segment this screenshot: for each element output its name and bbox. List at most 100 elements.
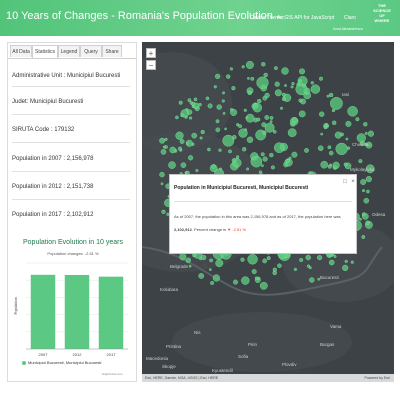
population-marker[interactable] — [285, 158, 290, 164]
population-marker[interactable] — [243, 108, 247, 112]
population-marker[interactable] — [226, 74, 231, 79]
population-marker[interactable] — [274, 66, 278, 70]
population-marker[interactable] — [219, 167, 222, 171]
population-marker[interactable] — [343, 162, 348, 167]
tab-legend[interactable]: Legend — [58, 45, 80, 57]
population-marker[interactable] — [305, 254, 311, 261]
population-marker[interactable] — [320, 132, 324, 136]
population-marker[interactable] — [360, 179, 367, 185]
population-marker[interactable] — [213, 85, 217, 89]
population-marker[interactable] — [222, 91, 225, 95]
population-marker[interactable] — [298, 98, 303, 103]
population-marker[interactable] — [361, 235, 366, 239]
population-marker[interactable] — [180, 162, 187, 168]
population-marker[interactable] — [345, 120, 352, 127]
population-marker[interactable] — [193, 97, 198, 102]
population-marker[interactable] — [269, 116, 274, 120]
population-marker[interactable] — [179, 253, 187, 261]
population-marker[interactable] — [308, 266, 312, 270]
population-marker[interactable] — [178, 100, 183, 105]
population-marker[interactable] — [247, 77, 250, 80]
population-marker[interactable] — [317, 145, 324, 151]
population-marker[interactable] — [191, 132, 197, 139]
population-marker[interactable] — [264, 122, 275, 133]
population-marker[interactable] — [317, 255, 323, 261]
population-marker[interactable] — [309, 277, 315, 283]
population-marker[interactable] — [238, 128, 248, 138]
population-marker[interactable] — [284, 84, 287, 87]
population-marker[interactable] — [215, 127, 221, 133]
population-marker[interactable] — [207, 103, 213, 109]
population-marker[interactable] — [262, 130, 267, 135]
population-marker[interactable] — [344, 259, 348, 263]
population-marker[interactable] — [250, 155, 263, 168]
population-marker[interactable] — [229, 67, 233, 71]
population-marker[interactable] — [304, 148, 309, 153]
population-marker[interactable] — [215, 119, 220, 124]
population-marker[interactable] — [262, 95, 268, 101]
population-marker[interactable] — [185, 257, 191, 263]
population-marker[interactable] — [256, 117, 261, 122]
population-marker[interactable] — [299, 258, 304, 262]
population-marker[interactable] — [319, 111, 325, 117]
population-marker[interactable] — [179, 139, 185, 144]
population-marker[interactable] — [328, 259, 335, 266]
population-marker[interactable] — [193, 102, 200, 110]
population-marker[interactable] — [164, 137, 168, 141]
population-marker[interactable] — [257, 98, 262, 104]
population-marker[interactable] — [298, 110, 306, 118]
population-marker[interactable] — [208, 268, 212, 271]
population-marker[interactable] — [187, 98, 192, 103]
population-marker[interactable] — [269, 120, 273, 124]
population-marker[interactable] — [365, 176, 372, 183]
population-marker[interactable] — [291, 151, 298, 158]
population-marker[interactable] — [186, 109, 193, 115]
population-marker[interactable] — [218, 148, 222, 152]
population-marker[interactable] — [252, 103, 262, 113]
dock-icon[interactable]: □ — [342, 179, 348, 185]
population-marker[interactable] — [175, 115, 179, 120]
population-marker[interactable] — [232, 135, 237, 140]
population-marker[interactable] — [299, 68, 305, 75]
population-marker[interactable] — [358, 159, 363, 164]
population-marker[interactable] — [281, 67, 289, 75]
population-marker[interactable] — [240, 257, 245, 262]
chart-credit[interactable]: Highcharts.com — [102, 372, 123, 376]
population-marker[interactable] — [230, 108, 238, 116]
population-marker[interactable] — [364, 131, 368, 135]
population-marker[interactable] — [291, 82, 295, 86]
population-marker[interactable] — [246, 167, 250, 171]
population-marker[interactable] — [264, 115, 270, 120]
population-marker[interactable] — [274, 81, 280, 87]
population-marker[interactable] — [328, 150, 334, 156]
population-marker[interactable] — [241, 65, 245, 69]
population-marker[interactable] — [363, 122, 368, 127]
population-marker[interactable] — [359, 217, 362, 221]
population-marker[interactable] — [185, 139, 193, 147]
population-marker[interactable] — [347, 106, 358, 117]
population-marker[interactable] — [342, 264, 349, 271]
population-marker[interactable] — [288, 156, 292, 160]
population-marker[interactable] — [366, 189, 370, 194]
population-marker[interactable] — [235, 155, 240, 159]
population-marker[interactable] — [290, 85, 294, 89]
population-marker[interactable] — [270, 165, 275, 170]
population-marker[interactable] — [247, 254, 258, 265]
population-marker[interactable] — [363, 197, 370, 204]
population-marker[interactable] — [175, 131, 184, 140]
population-marker[interactable] — [160, 182, 164, 186]
header-link-api[interactable]: ArcGIS API for JavaScript — [277, 15, 334, 21]
population-marker[interactable] — [260, 152, 265, 157]
population-marker[interactable] — [262, 156, 268, 162]
population-marker[interactable] — [266, 256, 271, 261]
population-marker[interactable] — [215, 259, 224, 268]
header-link-claro[interactable]: Claro — [344, 15, 356, 21]
population-marker[interactable] — [231, 86, 236, 91]
population-marker[interactable] — [310, 81, 314, 85]
bar-2017[interactable] — [98, 276, 124, 349]
population-marker[interactable] — [327, 164, 332, 169]
population-marker[interactable] — [188, 155, 194, 161]
population-marker[interactable] — [233, 279, 238, 285]
population-marker[interactable] — [323, 125, 327, 130]
population-marker[interactable] — [340, 132, 344, 137]
